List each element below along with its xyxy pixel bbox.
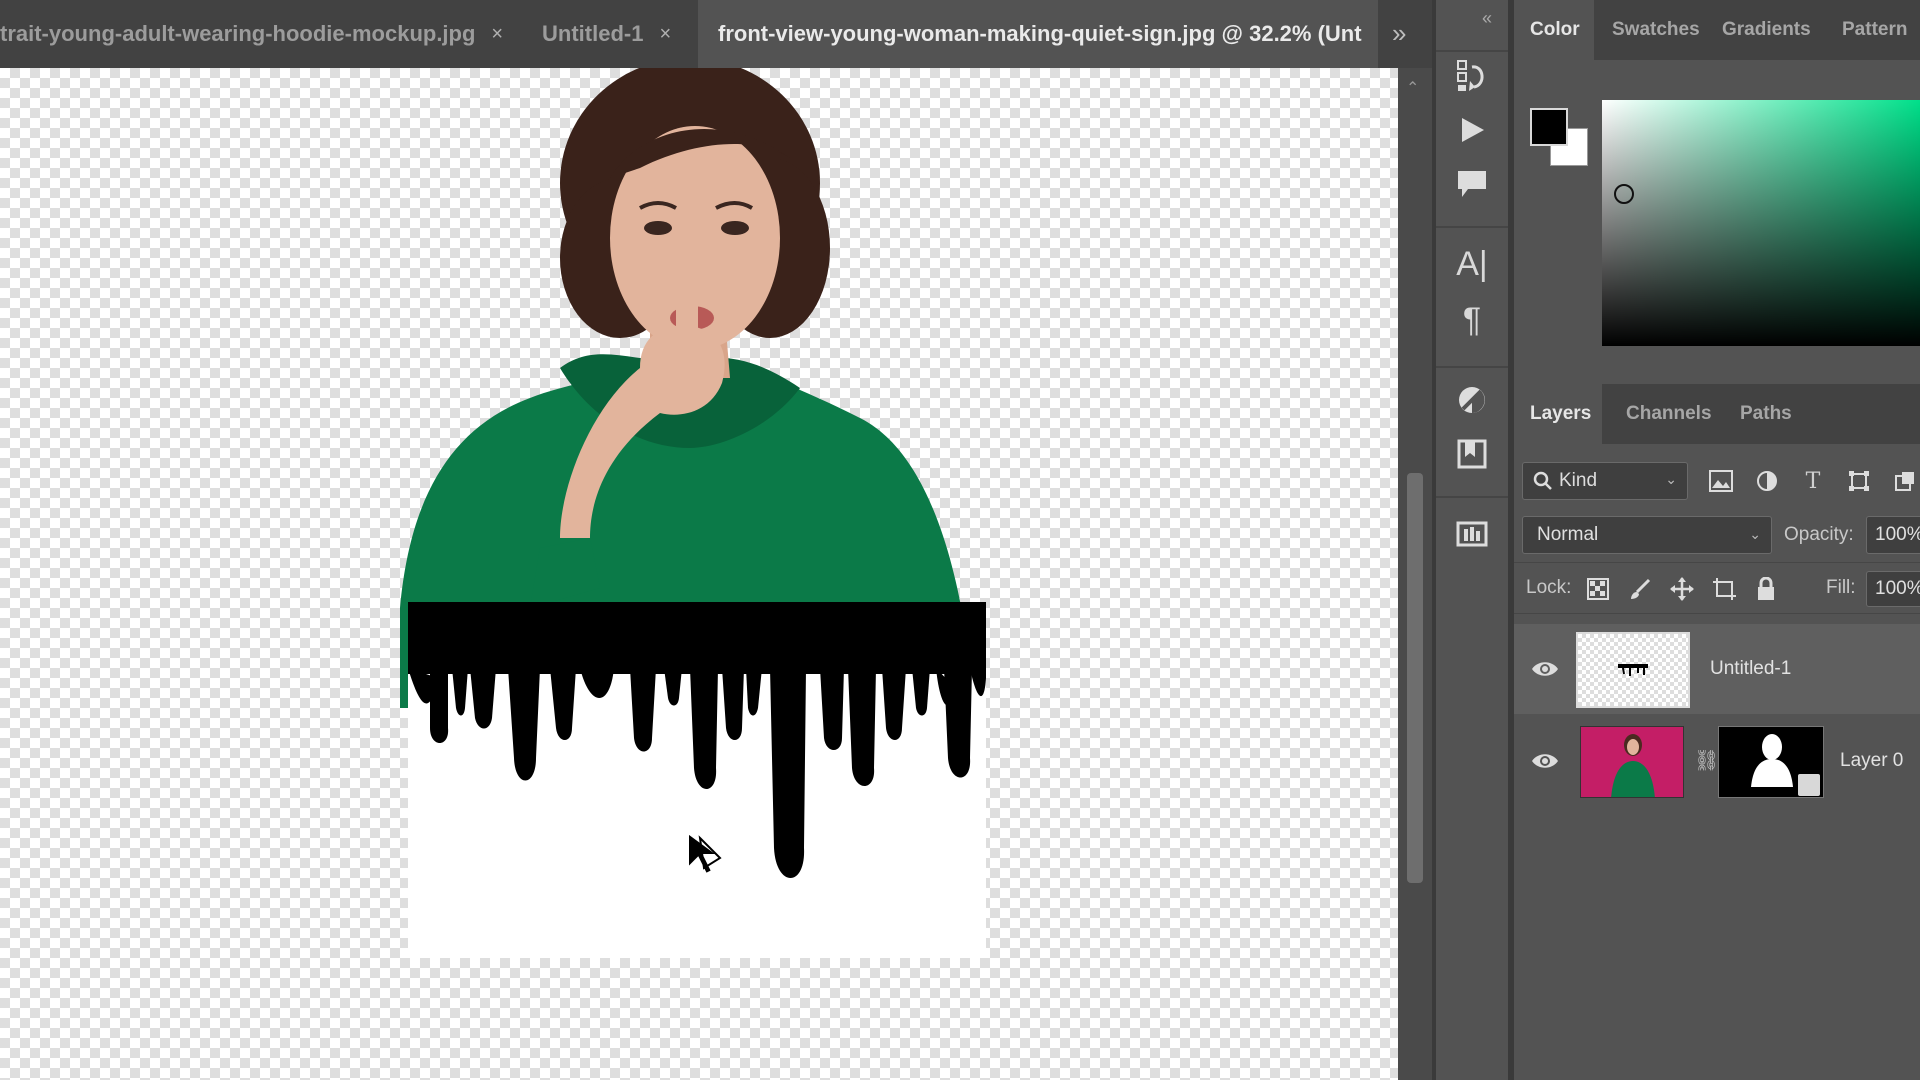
canvas-vertical-scrollbar[interactable]: ⌃	[1398, 68, 1432, 1080]
libraries-icon[interactable]	[1450, 510, 1494, 554]
layer-row-layer-0[interactable]: ⛓ Layer 0	[1514, 716, 1920, 806]
scroll-up-icon[interactable]: ⌃	[1406, 78, 1419, 98]
collapse-panels-icon[interactable]: «	[1482, 8, 1492, 29]
panel-icon-strip: « A| ¶	[1436, 0, 1508, 1080]
document-tab-bar: trait-young-adult-wearing-hoodie-mockup.…	[0, 0, 1432, 68]
lock-transparent-pixels-icon[interactable]	[1582, 573, 1614, 605]
fill-input[interactable]: 100%	[1866, 571, 1920, 607]
smart-object-filter-icon[interactable]	[1890, 466, 1920, 496]
chevron-down-icon: ⌄	[1665, 471, 1677, 487]
layer-name: Untitled-1	[1710, 658, 1792, 679]
tab-label: Untitled-1	[542, 21, 644, 46]
layer-thumbnail[interactable]	[1580, 726, 1684, 798]
tab-label: trait-young-adult-wearing-hoodie-mockup.…	[0, 21, 476, 46]
tab-quiet-sign[interactable]: front-view-young-woman-making-quiet-sign…	[698, 0, 1378, 68]
layer-row-untitled-1[interactable]: Untitled-1	[1514, 624, 1920, 714]
canvas-artwork	[400, 68, 986, 958]
fill-label: Fill:	[1826, 577, 1856, 598]
actions-play-icon[interactable]	[1450, 108, 1494, 152]
paragraph-panel-icon[interactable]: ¶	[1450, 298, 1494, 342]
smart-filter-badge-icon	[1798, 774, 1820, 796]
eye-visibility-icon[interactable]	[1530, 746, 1560, 776]
tab-paths[interactable]: Paths	[1724, 384, 1808, 444]
lock-row: Lock: Fill: 100%	[1514, 562, 1920, 614]
lock-label: Lock:	[1526, 577, 1572, 598]
tab-label: front-view-young-woman-making-quiet-sign…	[718, 21, 1362, 46]
tab-color[interactable]: Color	[1514, 0, 1594, 60]
adjustments-icon[interactable]	[1450, 378, 1494, 422]
eye-visibility-icon[interactable]	[1530, 654, 1560, 684]
document-canvas[interactable]	[0, 68, 1398, 1080]
color-picker-handle[interactable]	[1614, 184, 1634, 204]
layers-panel: Layers Channels Paths Kind ⌄ T Normal ⌄ …	[1514, 384, 1920, 1080]
lock-image-pixels-icon[interactable]	[1624, 573, 1656, 605]
foreground-color-swatch[interactable]	[1530, 108, 1568, 146]
tab-swatches[interactable]: Swatches	[1596, 0, 1716, 60]
tab-gradients[interactable]: Gradients	[1706, 0, 1827, 60]
character-panel-icon[interactable]: A|	[1450, 242, 1494, 286]
properties-icon[interactable]	[1450, 432, 1494, 476]
color-panel-tabs: Color Swatches Gradients Pattern	[1514, 0, 1920, 60]
tab-patterns[interactable]: Pattern	[1826, 0, 1920, 60]
layer-filter-bar: Kind ⌄ T	[1514, 462, 1920, 502]
opacity-label: Opacity:	[1784, 524, 1854, 545]
lock-position-icon[interactable]	[1666, 573, 1698, 605]
layer-thumbnail[interactable]	[1576, 632, 1690, 708]
close-icon[interactable]: ×	[659, 23, 671, 46]
blend-mode-select[interactable]: Normal ⌄	[1522, 516, 1772, 554]
chevron-down-icon: ⌄	[1749, 526, 1761, 542]
blend-mode-value: Normal	[1537, 524, 1599, 545]
lock-all-icon[interactable]	[1750, 573, 1782, 605]
layer-filter-kind-select[interactable]: Kind ⌄	[1522, 462, 1688, 500]
type-layer-filter-icon[interactable]: T	[1798, 466, 1828, 496]
adjustment-layer-filter-icon[interactable]	[1752, 466, 1782, 496]
search-icon	[1533, 471, 1552, 490]
tab-untitled-1[interactable]: Untitled-1 ×	[542, 0, 692, 68]
layer-name: Layer 0	[1840, 750, 1904, 771]
tab-layers[interactable]: Layers	[1514, 384, 1602, 444]
pixel-layer-filter-icon[interactable]	[1706, 466, 1736, 496]
tab-channels[interactable]: Channels	[1610, 384, 1728, 444]
link-chain-icon[interactable]: ⛓	[1694, 748, 1719, 773]
history-icon[interactable]	[1450, 54, 1494, 98]
paint-band	[408, 602, 986, 674]
layers-panel-tabs: Layers Channels Paths	[1514, 384, 1920, 444]
filter-kind-label: Kind	[1559, 470, 1598, 491]
tab-hoodie-mockup[interactable]: trait-young-adult-wearing-hoodie-mockup.…	[0, 0, 520, 68]
lock-artboard-icon[interactable]	[1708, 573, 1740, 605]
scrollbar-thumb[interactable]	[1407, 473, 1423, 883]
shape-layer-filter-icon[interactable]	[1844, 466, 1874, 496]
opacity-input[interactable]: 100%	[1866, 516, 1920, 554]
close-icon[interactable]: ×	[491, 23, 503, 46]
color-picker-field[interactable]	[1602, 100, 1920, 346]
comments-icon[interactable]	[1450, 162, 1494, 206]
color-panel: Color Swatches Gradients Pattern	[1514, 0, 1920, 380]
chevron-double-right-icon[interactable]: »	[1392, 18, 1406, 49]
